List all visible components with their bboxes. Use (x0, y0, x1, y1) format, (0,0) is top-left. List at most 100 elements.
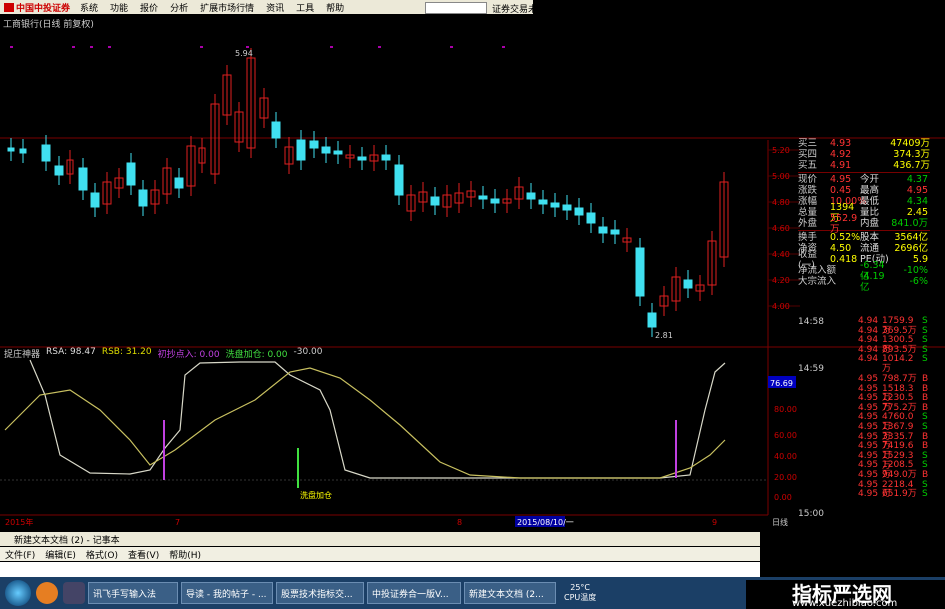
quote-key2: 最高 (860, 185, 880, 196)
notepad-text-area[interactable] (0, 562, 760, 577)
notepad-menu-format[interactable]: 格式(O) (81, 548, 123, 561)
quote-label: 外盘 (798, 218, 818, 229)
quote-label: 换手 (798, 232, 818, 243)
quote-label: 大宗流入 (798, 276, 837, 287)
ind-axis-0: 0.00 (774, 493, 792, 502)
task-handwriting[interactable]: 讯飞手写输入法 (88, 582, 178, 604)
indicator-header: 捉庄神器 RSA: 98.47 RSB: 31.20 初抄点入: 0.00 洗盘… (4, 347, 323, 360)
marker-dot (450, 46, 453, 48)
rsb-value: RSB: 31.20 (101, 347, 152, 357)
task-broker[interactable]: 中投证券合一版V... (367, 582, 461, 604)
quote-value2: 3564亿 (894, 232, 928, 243)
candle-body (271, 121, 281, 139)
candle-body (683, 279, 693, 289)
tick-flag: S (922, 354, 928, 365)
high-price-label: 5.94 (235, 49, 253, 58)
indicator-name[interactable]: 捉庄神器 (4, 347, 40, 360)
quote-row: 买三 4.93 47409万 (798, 138, 930, 149)
candle-body (430, 196, 440, 206)
marker-dot (502, 46, 505, 48)
tick-time-3: 15:00 (798, 509, 824, 519)
candle-body (19, 148, 27, 154)
notepad-menu-view[interactable]: 查看(V) (123, 548, 164, 561)
candle-body (333, 150, 343, 155)
quote-label: 净流入额 (798, 265, 837, 276)
candle-body (647, 312, 657, 328)
buy-signal: 初抄点入: 0.00 (157, 350, 220, 360)
indicator-offset: -30.00 (293, 347, 323, 357)
notepad-menu-edit[interactable]: 编辑(E) (40, 548, 81, 561)
ind-axis-80: 80.00 (774, 405, 797, 414)
pen-icon[interactable] (63, 582, 85, 604)
quote-label: 涨幅 (798, 196, 818, 207)
candle-body (381, 154, 391, 161)
candle-body (309, 140, 319, 149)
price-axis-label: 5.00 (772, 172, 790, 181)
marker-dot (90, 46, 93, 48)
add-signal: 洗盘加仓: 0.00 (225, 350, 288, 360)
candle-body (490, 198, 500, 204)
quote-value2: 4.37 (906, 174, 928, 185)
quote-key2: 股本 (860, 232, 880, 243)
marker-dot (246, 46, 249, 48)
candle-body (610, 229, 620, 235)
tick-time-1: 14:58 (798, 317, 824, 327)
candle-body (526, 192, 536, 200)
notepad-titlebar[interactable]: 新建文本文档 (2) - 记事本 (0, 532, 760, 546)
quote-extra: 47409万 (890, 138, 930, 149)
quote-label: 总量 (798, 207, 818, 218)
current-value: 76.69 (770, 379, 793, 388)
quote-row: 涨幅 10.00% 最低 4.34 (798, 196, 930, 207)
candles-group (7, 46, 729, 337)
quote-value2: 841.0万 (891, 218, 928, 229)
candle-body (550, 202, 560, 208)
notepad-menu-help[interactable]: 帮助(H) (164, 548, 206, 561)
task-indicator[interactable]: 股票技术指标交... (276, 582, 364, 604)
quote-key2: 最低 (860, 196, 880, 207)
period-label[interactable]: 日线 (772, 517, 788, 527)
candle-body (54, 165, 64, 176)
candle-body (78, 167, 88, 191)
marker-dot (108, 46, 111, 48)
price-axis-label: 4.20 (772, 276, 790, 285)
quote-value: -4.19亿 (860, 270, 885, 293)
quote-value2: 4.34 (906, 196, 928, 207)
candle-body (126, 162, 136, 186)
task-browser[interactable]: 导读 - 我的帖子 - ... (181, 582, 273, 604)
quote-value: 4.91 (830, 160, 852, 171)
tick-price: 4.94 (858, 354, 879, 365)
task-notepad[interactable]: 新建文本文档 (2... (464, 582, 556, 604)
indicator-group (4, 359, 726, 488)
quote-value2: -10% (903, 265, 928, 276)
marker-dot (72, 46, 75, 48)
candle-body (174, 177, 184, 189)
firefox-icon[interactable] (36, 582, 58, 604)
rsa-line (29, 359, 726, 479)
quote-divider (798, 230, 930, 231)
quote-key2: 内盘 (860, 218, 880, 229)
tick-time-2: 14:59 (798, 364, 824, 374)
candle-body (138, 189, 148, 207)
marker-dot (330, 46, 333, 48)
price-axis-label: 4.40 (772, 250, 790, 259)
quote-row: 大宗流入 -4.19亿 -6% (798, 271, 930, 293)
candle-body (538, 199, 548, 205)
candle-body (7, 147, 15, 152)
quote-label: 涨跌 (798, 185, 818, 196)
time-start: 2015年 (5, 517, 33, 527)
tick-row: 4.95 651.9万 S (858, 489, 934, 500)
candle-body (598, 226, 608, 234)
cursor-date: 2015/08/10/一 (517, 518, 574, 527)
candle-body (321, 146, 331, 154)
start-button[interactable] (5, 580, 31, 606)
candle-body (41, 144, 51, 162)
quote-key2: 今开 (860, 174, 880, 185)
notepad-menu-file[interactable]: 文件(F) (0, 548, 40, 561)
quote-label: 现价 (798, 174, 818, 185)
candle-body (478, 195, 488, 200)
time-sep: 9 (712, 518, 717, 527)
quote-value: 4.93 (830, 138, 852, 149)
notepad-title: 新建文本文档 (2) - 记事本 (14, 535, 120, 546)
tick-price: 4.95 (858, 489, 879, 500)
quote-row: 总量 1394万 量比 2.45 (798, 202, 930, 224)
